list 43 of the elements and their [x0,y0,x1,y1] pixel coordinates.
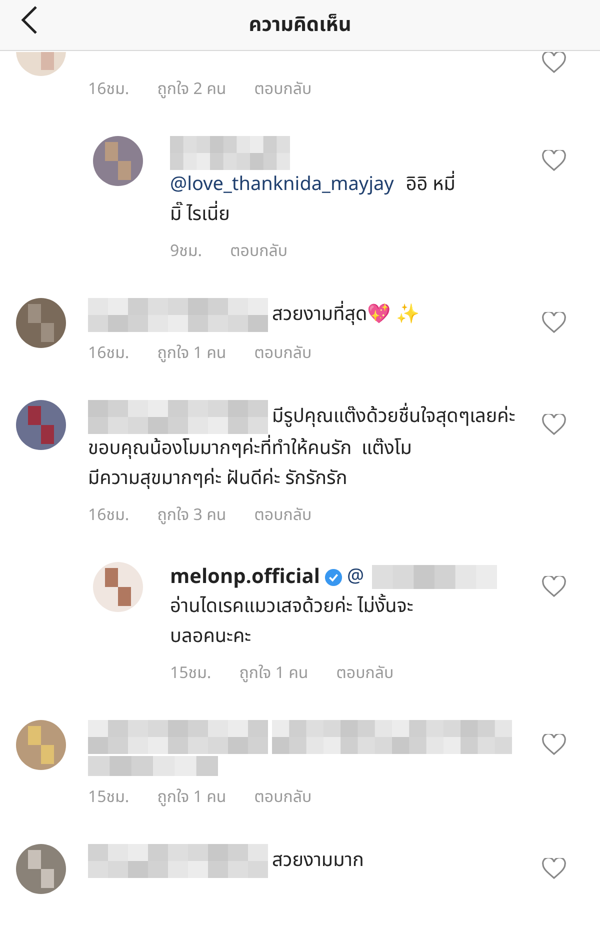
likes-link[interactable]: ถูกใจ 1 คน [157,342,226,366]
avatar[interactable] [16,400,66,450]
likes-link[interactable]: ถูกใจ 1 คน [157,786,226,810]
reply-link[interactable]: ตอบกลับ [254,786,312,810]
comment-text: มีความสุขมากๆค่ะ ฝันดีค่ะ รักรักรัก [88,464,348,494]
reply-link[interactable]: ตอบกลับ [254,78,312,102]
back-icon[interactable] [20,5,40,35]
comment-text: อ่านไดเรคแมวเสจด้วยค่ะ ไม่งั้นจะ [170,592,414,622]
likes-link[interactable]: ถูกใจ 1 คน [239,662,308,686]
username[interactable]: melonp.official [170,562,320,592]
comment-text: มิ๊ ไรเนี่ย [170,200,230,230]
like-icon[interactable] [542,414,566,436]
comment-time: 15ชม. [170,662,212,686]
reply-link[interactable]: ตอบกลับ [254,342,312,366]
comment-text: อิอิ หมี่ [406,170,456,200]
like-icon[interactable] [542,150,566,172]
comment-text: ขอบคุณน้องโมมากๆค่ะที่ทำให้คนรัก แต๊งโม [88,434,412,464]
comment-text: สวยงามที่สุด💖 ✨ [272,300,420,330]
avatar[interactable] [93,562,143,612]
avatar[interactable] [93,136,143,186]
comment-time: 16ชม. [88,78,130,102]
likes-link[interactable]: ถูกใจ 3 คน [157,504,226,528]
comment-time: 16ชม. [88,342,130,366]
comment-text: สวยงามมาก [272,846,364,876]
reply-link[interactable]: ตอบกลับ [336,662,394,686]
mention-link[interactable]: @love_thanknida_mayjay [170,170,394,200]
like-icon[interactable] [542,52,566,74]
comment-time: 16ชม. [88,504,130,528]
reply-link[interactable]: ตอบกลับ [254,504,312,528]
avatar[interactable] [16,298,66,348]
like-icon[interactable] [542,312,566,334]
like-icon[interactable] [542,858,566,880]
avatar[interactable] [16,844,66,894]
comment-time: 15ชม. [88,786,130,810]
likes-link[interactable]: ถูกใจ 2 คน [157,78,226,102]
reply-link[interactable]: ตอบกลับ [230,240,288,264]
like-icon[interactable] [542,734,566,756]
comment-text: บลอคนะคะ [170,622,252,652]
comment-text: มีรูปคุณแต๊งด้วยชื่นใจสุดๆเลยค่ะ [272,402,516,432]
comment-time: 9ชม. [170,240,202,264]
like-icon[interactable] [542,576,566,598]
screen-title: ความคิดเห็น [248,10,352,40]
mention-link[interactable]: @ [346,562,364,592]
